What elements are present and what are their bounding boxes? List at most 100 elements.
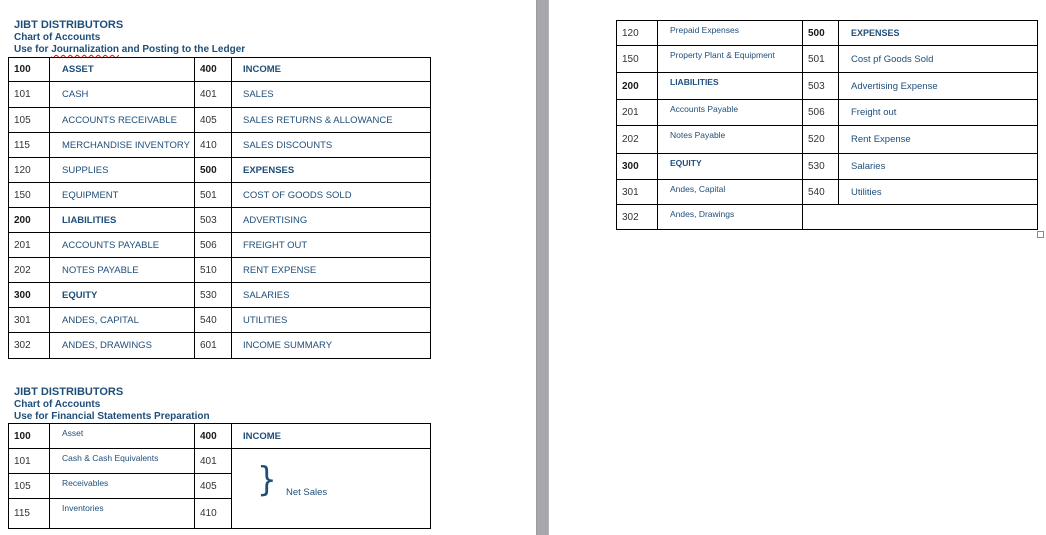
account-code: 530 bbox=[194, 282, 232, 308]
chart-subtitle: Use for Journalization and Posting to th… bbox=[14, 44, 245, 55]
account-name: Asset bbox=[49, 423, 195, 449]
account-code: 301 bbox=[616, 179, 658, 205]
account-name: COST OF GOODS SOLD bbox=[231, 182, 431, 208]
account-code: 302 bbox=[616, 204, 658, 230]
account-name: INCOME bbox=[231, 423, 431, 449]
subtitle-suffix: and Posting to the Ledger bbox=[119, 44, 246, 55]
table-row: 105 ACCOUNTS RECEIVABLE 405 SALES RETURNS &… bbox=[8, 107, 431, 133]
curly-brace-icon: } bbox=[257, 460, 277, 500]
table-row: 300 EQUITY 530 Salaries bbox=[616, 153, 1038, 180]
chart-subtitle: Use for Financial Statements Preparation bbox=[14, 411, 210, 422]
account-code: 100 bbox=[8, 57, 50, 82]
account-code: 503 bbox=[802, 72, 839, 100]
account-code: 201 bbox=[616, 99, 658, 126]
account-code: 520 bbox=[802, 125, 839, 154]
table-row: 120 Prepaid Expenses 500 EXPENSES bbox=[616, 20, 1038, 46]
account-code: 501 bbox=[194, 182, 232, 208]
account-code: 400 bbox=[194, 57, 232, 82]
account-name: SALARIES bbox=[231, 282, 431, 308]
account-code: 400 bbox=[194, 423, 232, 449]
account-code: 540 bbox=[194, 307, 232, 333]
table-row: 201 Accounts Payable 506 Freight out bbox=[616, 99, 1038, 126]
account-name: Rent Expense bbox=[838, 125, 1038, 154]
account-code: 300 bbox=[616, 153, 658, 180]
account-name: SUPPLIES bbox=[49, 157, 195, 183]
account-name: SALES bbox=[231, 81, 431, 108]
spelling-error-word[interactable]: Journalization bbox=[51, 44, 119, 55]
account-name: ACCOUNTS PAYABLE bbox=[49, 232, 195, 258]
table-row: 202 NOTES PAYABLE 510 RENT EXPENSE bbox=[8, 257, 431, 283]
account-code: 500 bbox=[194, 157, 232, 183]
account-code: 506 bbox=[802, 99, 839, 126]
account-code: 410 bbox=[194, 132, 232, 158]
account-code: 101 bbox=[8, 81, 50, 108]
table-row: 100 Asset 400 INCOME bbox=[8, 423, 431, 449]
table-row: 201 ACCOUNTS PAYABLE 506 FREIGHT OUT bbox=[8, 232, 431, 258]
account-name: FREIGHT OUT bbox=[231, 232, 431, 258]
account-name: Receivables bbox=[49, 473, 195, 499]
chart-title: Chart of Accounts bbox=[14, 399, 101, 410]
account-name: Inventories bbox=[49, 498, 195, 529]
account-name: SALES DISCOUNTS bbox=[231, 132, 431, 158]
table-row: 120 SUPPLIES 500 EXPENSES bbox=[8, 157, 431, 183]
subtitle-prefix: Use for bbox=[14, 44, 52, 55]
account-code: 101 bbox=[8, 448, 50, 474]
account-code: 301 bbox=[8, 307, 50, 333]
account-code: 405 bbox=[194, 107, 232, 133]
account-code: 501 bbox=[802, 45, 839, 73]
account-code: 506 bbox=[194, 232, 232, 258]
account-code: 202 bbox=[616, 125, 658, 154]
account-code: 201 bbox=[8, 232, 50, 258]
table-row: 150 Property Plant & Equipment 501 Cost pf … bbox=[616, 45, 1038, 73]
section2-header: JIBT DISTRIBUTORS Chart of Accounts Use … bbox=[14, 386, 210, 423]
account-code: 120 bbox=[8, 157, 50, 183]
account-name: ANDES, DRAWINGS bbox=[49, 332, 195, 359]
table-row: 115 MERCHANDISE INVENTORY 410 SALES DISCOUN… bbox=[8, 132, 431, 158]
account-code: 120 bbox=[616, 20, 658, 46]
account-name: UTILITIES bbox=[231, 307, 431, 333]
account-code: 540 bbox=[802, 179, 839, 205]
table-row: 200 LIABILITIES 503 ADVERTISING bbox=[8, 207, 431, 233]
company-name: JIBT DISTRIBUTORS bbox=[14, 386, 124, 398]
ledger-accounts-table: 100 ASSET 400 INCOME 101 CASH 401 SALES 105 ACCOU… bbox=[8, 57, 431, 359]
account-name: Andes, Drawings bbox=[657, 204, 803, 230]
account-name: Utilities bbox=[838, 179, 1038, 205]
empty-cell bbox=[802, 204, 1038, 230]
chart-title: Chart of Accounts bbox=[14, 32, 101, 43]
account-name: EXPENSES bbox=[231, 157, 431, 183]
account-name: Cash & Cash Equivalents bbox=[49, 448, 195, 474]
financial-statements-accounts-table: 100 Asset 400 INCOME 101 Cash & Cash Equ… bbox=[8, 423, 431, 529]
table-row: 302 Andes, Drawings bbox=[616, 204, 1038, 230]
company-name: JIBT DISTRIBUTORS bbox=[14, 19, 124, 31]
account-name: EQUITY bbox=[49, 282, 195, 308]
account-code: 410 bbox=[194, 498, 232, 529]
account-name: EQUIPMENT bbox=[49, 182, 195, 208]
table-resize-handle[interactable] bbox=[1037, 231, 1044, 238]
account-name: LIABILITIES bbox=[49, 207, 195, 233]
document-page-left: JIBT DISTRIBUTORS Chart of Accounts Use … bbox=[0, 0, 536, 535]
account-name: Freight out bbox=[838, 99, 1038, 126]
net-sales-group-cell: } Net Sales bbox=[231, 448, 431, 529]
account-name: INCOME bbox=[231, 57, 431, 82]
account-code: 105 bbox=[8, 473, 50, 499]
account-code: 100 bbox=[8, 423, 50, 449]
table-row: 101 CASH 401 SALES bbox=[8, 81, 431, 108]
account-code: 530 bbox=[802, 153, 839, 180]
account-code: 202 bbox=[8, 257, 50, 283]
continued-accounts-table: 120 Prepaid Expenses 500 EXPENSES 150 Propert… bbox=[616, 20, 1038, 230]
net-sales-label: Net Sales bbox=[286, 487, 328, 498]
account-name: Notes Payable bbox=[657, 125, 803, 154]
account-code: 105 bbox=[8, 107, 50, 133]
page-separator bbox=[536, 0, 549, 535]
account-name: MERCHANDISE INVENTORY bbox=[49, 132, 195, 158]
account-code: 150 bbox=[8, 182, 50, 208]
account-name: ANDES, CAPITAL bbox=[49, 307, 195, 333]
account-code: 503 bbox=[194, 207, 232, 233]
account-code: 510 bbox=[194, 257, 232, 283]
account-name: ASSET bbox=[49, 57, 195, 82]
account-code: 150 bbox=[616, 45, 658, 73]
table-row: 300 EQUITY 530 SALARIES bbox=[8, 282, 431, 308]
account-name: LIABILITIES bbox=[657, 72, 803, 100]
account-name: ADVERTISING bbox=[231, 207, 431, 233]
account-name: Salaries bbox=[838, 153, 1038, 180]
